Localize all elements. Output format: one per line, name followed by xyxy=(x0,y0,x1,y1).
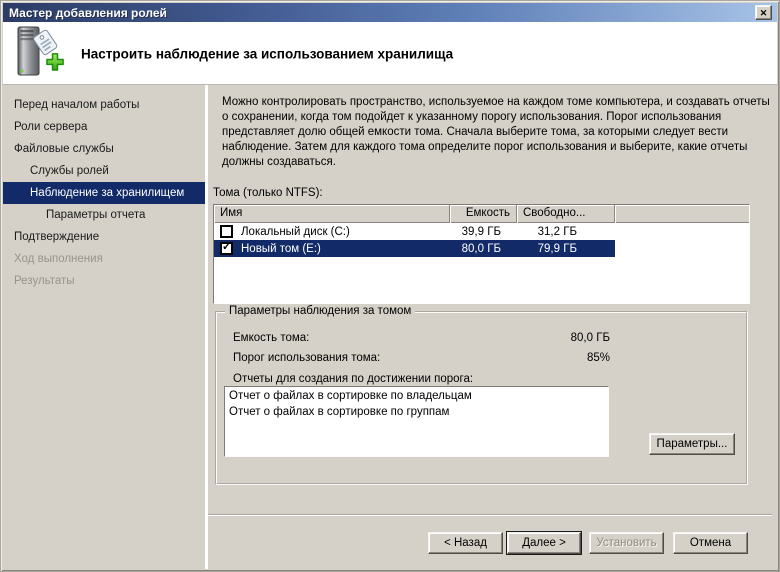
reports-listbox[interactable]: Отчет о файлах в сортировке по владельца… xyxy=(224,386,609,457)
volumes-table: Имя Емкость Свободно... Локальный диск (… xyxy=(213,204,750,304)
volume-name: Локальный диск (C:) xyxy=(241,225,350,238)
install-button: Установить xyxy=(589,532,664,554)
sidebar-item-server-roles[interactable]: Роли сервера xyxy=(3,116,205,138)
sidebar-item-role-services[interactable]: Службы ролей xyxy=(3,160,205,182)
volume-capacity: 39,9 ГБ xyxy=(461,225,501,238)
sidebar-item-file-services[interactable]: Файловые службы xyxy=(3,138,205,160)
column-header-filler xyxy=(615,205,749,223)
server-add-icon xyxy=(17,26,64,76)
sidebar-divider xyxy=(205,85,208,569)
reports-label: Отчеты для создания по достижении порога… xyxy=(233,373,474,385)
wizard-header: Настроить наблюдение за использованием х… xyxy=(3,22,777,85)
threshold-value: 85% xyxy=(586,352,610,364)
close-icon: ✕ xyxy=(759,7,768,18)
page-title: Настроить наблюдение за использованием х… xyxy=(81,46,454,62)
options-button[interactable]: Параметры... xyxy=(649,433,735,455)
checkbox-volume-e-checked[interactable]: ✓ xyxy=(220,241,233,255)
sidebar-item-confirmation[interactable]: Подтверждение xyxy=(3,226,205,248)
check-icon: ✓ xyxy=(222,241,232,253)
volume-free: 31,2 ГБ xyxy=(537,225,577,238)
sidebar-item-progress: Ход выполнения xyxy=(14,253,103,265)
groupbox-title: Параметры наблюдения за томом xyxy=(225,305,416,317)
cancel-button[interactable]: Отмена xyxy=(673,532,748,554)
table-row-volume-c[interactable]: Локальный диск (C:) 39,9 ГБ 31,2 ГБ xyxy=(214,223,749,240)
threshold-label: Порог использования тома: xyxy=(233,352,381,364)
close-button[interactable]: ✕ xyxy=(755,5,772,20)
report-item[interactable]: Отчет о файлах в сортировке по владельца… xyxy=(225,388,608,404)
volume-name: Новый том (E:) xyxy=(241,242,321,255)
sidebar-item-results: Результаты xyxy=(14,275,75,287)
titlebar: Мастер добавления ролей ✕ xyxy=(3,3,777,22)
report-item[interactable]: Отчет о файлах в сортировке по группам xyxy=(225,404,608,420)
table-header: Имя Емкость Свободно... xyxy=(214,205,749,223)
volume-monitoring-groupbox: Параметры наблюдения за томом Емкость то… xyxy=(215,305,748,485)
column-header-capacity[interactable]: Емкость xyxy=(450,205,517,223)
table-row-volume-e[interactable]: ✓ Новый том (E:) 80,0 ГБ 79,9 ГБ xyxy=(214,240,749,257)
page-description: Можно контролировать пространство, испол… xyxy=(222,96,770,168)
window-title: Мастер добавления ролей xyxy=(9,5,167,20)
capacity-value: 80,0 ГБ xyxy=(570,332,610,344)
sidebar-item-report-options[interactable]: Параметры отчета xyxy=(3,204,205,226)
next-button[interactable]: Далее > xyxy=(506,531,582,555)
footer-separator xyxy=(208,514,772,516)
capacity-label: Емкость тома: xyxy=(233,332,310,344)
sidebar-item-storage-monitoring[interactable]: Наблюдение за хранилищем xyxy=(3,182,205,204)
column-header-name[interactable]: Имя xyxy=(214,205,450,223)
volume-capacity: 80,0 ГБ xyxy=(461,242,501,255)
wizard-steps-sidebar: Перед началом работы Роли сервера Файлов… xyxy=(3,85,205,515)
volumes-label: Тома (только NTFS): xyxy=(213,187,323,199)
wizard-window: Мастер добавления ролей ✕ Настроить набл… xyxy=(0,0,780,572)
volume-free: 79,9 ГБ xyxy=(537,242,577,255)
sidebar-item-before-you-begin[interactable]: Перед началом работы xyxy=(3,94,205,116)
checkbox-volume-c-unchecked[interactable] xyxy=(220,225,233,238)
back-button[interactable]: < Назад xyxy=(428,532,503,554)
column-header-free[interactable]: Свободно... xyxy=(517,205,615,223)
